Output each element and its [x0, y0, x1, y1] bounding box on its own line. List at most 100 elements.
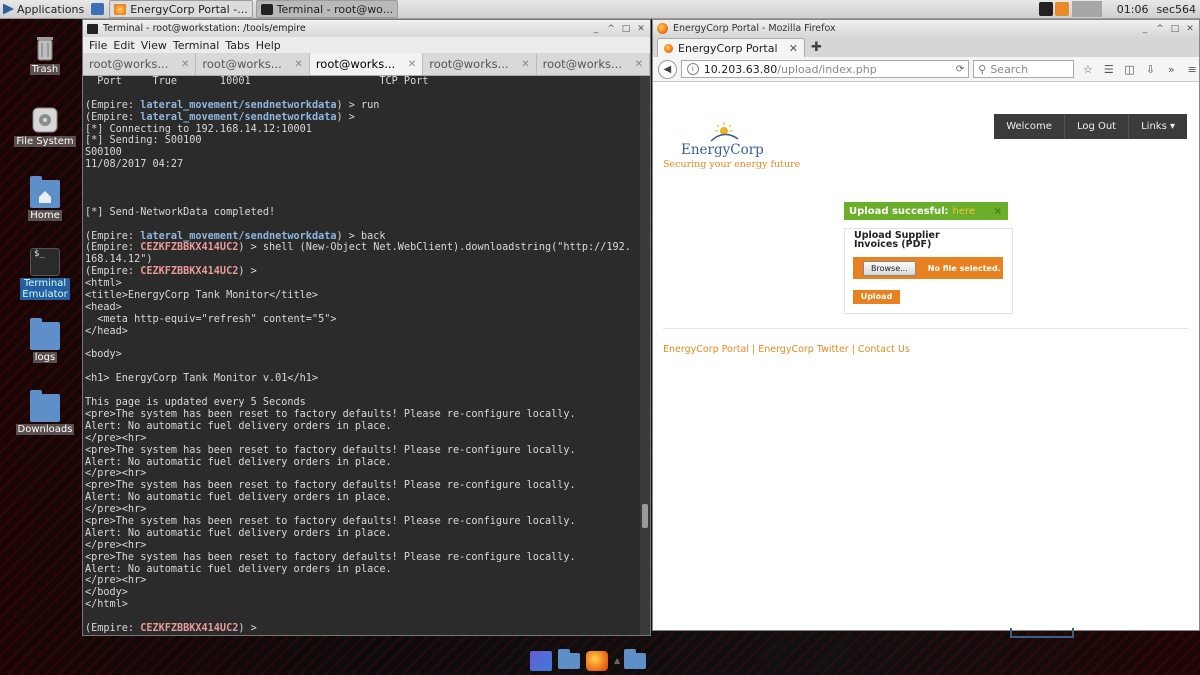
terminal-line: <pre>The system has been reset to factor… — [85, 445, 640, 457]
firefox-icon[interactable] — [586, 651, 608, 671]
top-panel: Applications EnergyCorp Portal -... Term… — [0, 0, 1200, 19]
system-tray: 01:06 sec564 — [1037, 0, 1200, 18]
search-box[interactable]: ⚲ Search — [973, 60, 1074, 78]
overflow-icon[interactable]: » — [1164, 63, 1178, 76]
tab-close-icon[interactable]: ✕ — [294, 59, 302, 70]
minimize-button[interactable]: _ — [590, 23, 602, 35]
desktop-icon-logs[interactable]: logs — [14, 322, 76, 363]
browser-tab[interactable]: EnergyCorp Portal ✕ — [657, 38, 805, 57]
terminal-line: <pre>The system has been reset to factor… — [85, 409, 640, 421]
firefox-window-title: EnergyCorp Portal - Mozilla Firefox — [673, 23, 836, 34]
nav-links-dropdown[interactable]: Links ▾ — [1129, 114, 1187, 139]
downloads-icon[interactable]: ⇩ — [1144, 63, 1158, 76]
menu-button[interactable]: ^ — [1154, 23, 1166, 35]
terminal-line: </pre><hr> — [85, 575, 640, 587]
terminal-scrollbar[interactable] — [640, 76, 650, 635]
desktop-icon-label: Terminal Emulator — [20, 278, 69, 300]
menu-file[interactable]: File — [89, 39, 107, 52]
wallpaper-logo — [863, 622, 983, 638]
folder-icon[interactable] — [624, 653, 646, 669]
desktop-icon-trash[interactable]: Trash — [14, 34, 76, 75]
back-button[interactable]: ◀ — [658, 60, 677, 79]
terminal-line: 168.14.12") — [85, 254, 640, 266]
menu-view[interactable]: View — [141, 39, 167, 52]
pocket-icon[interactable]: ◫ — [1123, 63, 1137, 76]
home-folder-icon — [30, 180, 60, 208]
nav-welcome[interactable]: Welcome — [994, 114, 1065, 139]
terminal-tab-3[interactable]: root@works... ✕ — [310, 53, 423, 75]
bookmark-star-icon[interactable]: ☆ — [1081, 63, 1095, 76]
desktop-icon-file-system[interactable]: File System — [14, 106, 76, 147]
maximize-button[interactable]: □ — [1169, 23, 1181, 35]
browse-button[interactable]: Browse... — [863, 261, 916, 276]
terminal-line: (Empire: CEZKFZBBKX414UC2) > — [85, 623, 640, 635]
terminal-titlebar[interactable]: Terminal - root@workstation: /tools/empi… — [83, 20, 650, 37]
terminal-tab-4[interactable]: root@works... ✕ — [423, 53, 536, 75]
alert-link[interactable]: here — [953, 206, 976, 217]
tab-label: root@works... — [543, 57, 622, 71]
search-icon: ⚲ — [978, 63, 986, 76]
menu-terminal[interactable]: Terminal — [173, 39, 220, 52]
terminal-tab-1[interactable]: root@works... ✕ — [83, 53, 196, 75]
site-info-icon[interactable]: i — [687, 63, 699, 75]
tab-close-icon[interactable]: ✕ — [789, 42, 798, 55]
alert-text: Upload succesful: — [849, 206, 949, 217]
firefox-tray-icon[interactable] — [1055, 2, 1069, 16]
desktop-icon-label: logs — [33, 352, 57, 363]
reading-list-icon[interactable]: ☰ — [1102, 63, 1116, 76]
terminal-tab-2[interactable]: root@works... ✕ — [196, 53, 309, 75]
alert-close-icon[interactable]: × — [994, 206, 1002, 217]
tab-label: root@works... — [316, 57, 395, 71]
tab-close-icon[interactable]: ✕ — [521, 59, 529, 70]
desktop-icon-home[interactable]: Home — [14, 180, 76, 221]
firefox-titlebar[interactable]: EnergyCorp Portal - Mozilla Firefox _ ^ … — [653, 20, 1199, 37]
terminal-line — [85, 611, 640, 623]
username[interactable]: sec564 — [1156, 3, 1196, 16]
show-desktop-icon[interactable] — [91, 3, 104, 15]
browser-tab-title: EnergyCorp Portal — [678, 42, 778, 55]
workspace-switcher[interactable] — [1072, 1, 1102, 17]
upload-card: Upload Supplier Invoices (PDF) Browse...… — [844, 228, 1013, 314]
tab-close-icon[interactable]: ✕ — [408, 59, 416, 70]
desktop-icon-label: Trash — [30, 64, 60, 75]
tab-close-icon[interactable]: ✕ — [181, 59, 189, 70]
close-button[interactable]: ✕ — [1184, 23, 1196, 35]
maximize-button[interactable]: □ — [620, 23, 632, 35]
url-bar[interactable]: i 10.203.63.80 /upload/index.php ⟳ — [681, 60, 969, 78]
terminal-icon: $_ — [30, 248, 60, 276]
screenshot-app-icon[interactable] — [530, 651, 552, 671]
terminal-line: <meta http-equiv="refresh" content="5"> — [85, 314, 640, 326]
close-button[interactable]: ✕ — [635, 23, 647, 35]
upload-button[interactable]: Upload — [853, 290, 900, 304]
tab-close-icon[interactable]: ✕ — [635, 59, 643, 70]
dock-separator: ▲ — [614, 656, 618, 666]
desktop-icon-terminal-emulator[interactable]: $_ Terminal Emulator — [14, 248, 76, 300]
files-icon[interactable] — [558, 653, 580, 669]
terminal-line — [85, 361, 640, 373]
terminal-output[interactable]: Port True 10001 TCP Port (Empire: lateral… — [83, 76, 640, 635]
menu-edit[interactable]: Edit — [113, 39, 134, 52]
desktop-icon-label: Home — [28, 210, 62, 221]
menu-tabs[interactable]: Tabs — [225, 39, 249, 52]
drive-icon — [30, 106, 60, 134]
terminal-icon — [261, 4, 273, 15]
reload-icon[interactable]: ⟳ — [956, 64, 964, 75]
hamburger-menu-icon[interactable]: ≡ — [1185, 63, 1199, 76]
desktop-icon-downloads[interactable]: Downloads — [14, 394, 76, 435]
menu-button[interactable]: ^ — [605, 23, 617, 35]
scrollbar-thumb[interactable] — [642, 504, 648, 528]
terminal-tray-icon[interactable] — [1039, 2, 1053, 16]
terminal-window: Terminal - root@workstation: /tools/empi… — [82, 19, 651, 636]
footer-links[interactable]: EnergyCorp Portal | EnergyCorp Twitter |… — [663, 344, 910, 355]
taskbar-item-terminal[interactable]: Terminal - root@wo... — [256, 0, 399, 18]
applications-menu-button[interactable]: Applications — [0, 0, 89, 18]
terminal-tab-5[interactable]: root@works... ✕ — [537, 53, 650, 75]
taskbar-item-firefox[interactable]: EnergyCorp Portal -... — [109, 0, 252, 18]
new-tab-button[interactable]: ✚ — [811, 39, 822, 57]
file-input[interactable]: Browse... No file selected. — [853, 257, 1003, 279]
minimize-button[interactable]: _ — [1139, 23, 1151, 35]
menu-help[interactable]: Help — [256, 39, 281, 52]
terminal-line: (Empire: lateral_movement/sendnetworkdat… — [85, 112, 640, 124]
nav-logout[interactable]: Log Out — [1065, 114, 1129, 139]
energycorp-logo[interactable]: EnergyCorp Securing your energy future — [663, 121, 783, 171]
